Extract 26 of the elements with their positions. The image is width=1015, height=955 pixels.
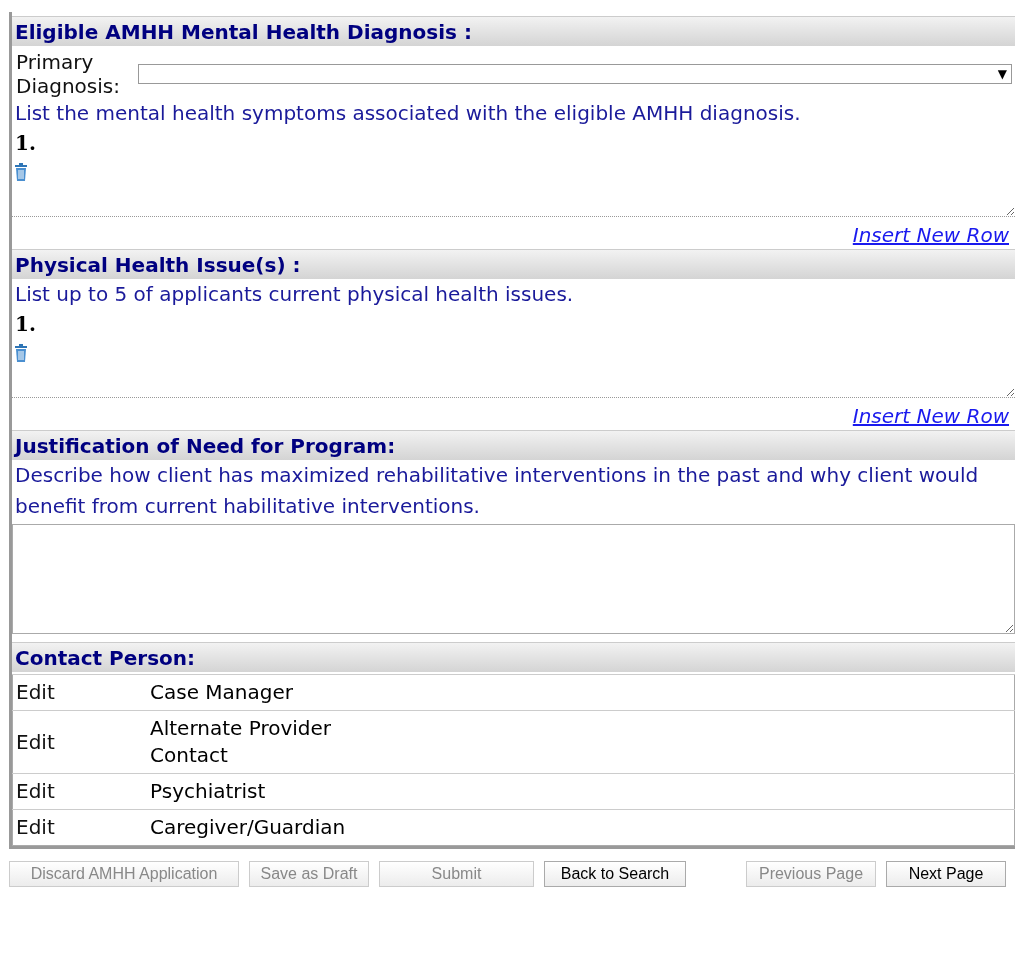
table-cell-text: Case Manager — [150, 679, 294, 706]
field-label: Primary Diagnosis: — [16, 50, 121, 98]
section-header: Eligible AMHH Mental Health Diagnosis : — [12, 16, 1015, 46]
form-button[interactable]: Back to Search — [544, 861, 686, 887]
table-cell-text: Caregiver/Guardian — [150, 814, 347, 841]
form-button[interactable]: Next Page — [886, 861, 1006, 887]
edit-link[interactable]: Edit — [16, 680, 55, 704]
edit-link[interactable]: Edit — [16, 779, 55, 803]
primary-diagnosis-dropdown[interactable]: ▼ — [138, 64, 1012, 84]
text-area[interactable] — [12, 524, 1015, 634]
section-header: Physical Health Issue(s) : — [12, 249, 1015, 279]
edit-link[interactable]: Edit — [16, 815, 55, 839]
insert-row-link[interactable]: Insert New Row — [852, 223, 1009, 247]
trash-icon[interactable] — [14, 344, 28, 362]
table-cell-text: Alternate Provider Contact — [150, 715, 333, 769]
instruction-text: Describe how client has maximized rehabilitative interventions in the past and why client would benefit from current habilitative interventions. — [14, 462, 980, 520]
section-header: Contact Person: — [12, 642, 1015, 672]
trash-icon[interactable] — [14, 163, 28, 181]
edit-link[interactable]: Edit — [16, 729, 55, 754]
insert-row-link[interactable]: Insert New Row — [852, 404, 1009, 428]
row-number: 1. — [14, 130, 37, 157]
instruction-text: List the mental health symptoms associated with the eligible AMHH diagnosis. — [14, 100, 802, 127]
table-cell-text: Psychiatrist — [150, 778, 267, 805]
row-number: 1. — [14, 311, 37, 338]
instruction-text: List up to 5 of applicants current physical health issues. — [14, 281, 575, 308]
section-header: Justification of Need for Program: — [12, 430, 1015, 460]
